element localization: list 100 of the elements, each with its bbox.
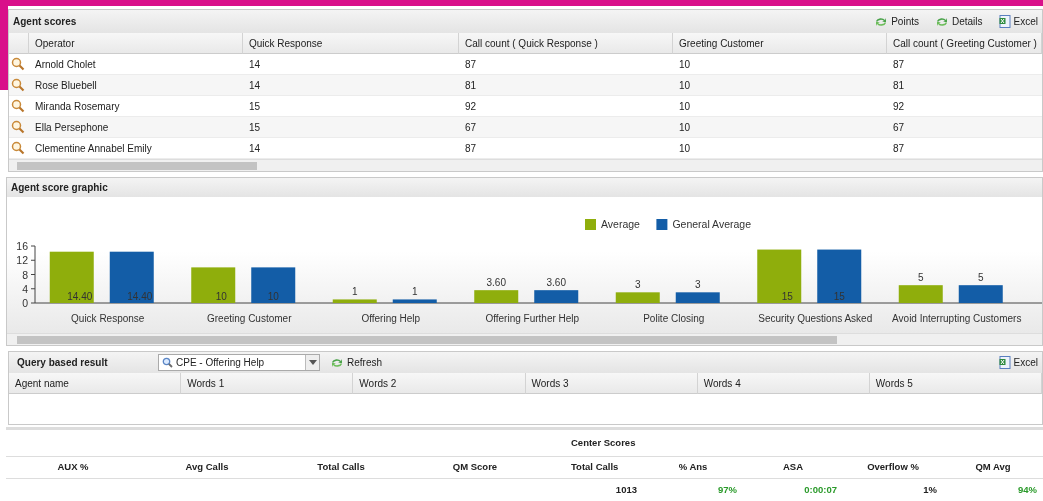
column-header: QM Score <box>451 460 499 475</box>
value-label: 3 <box>634 279 641 291</box>
refresh-icon <box>934 15 949 28</box>
table-cell-text: 1013 <box>614 482 637 497</box>
bar <box>251 267 296 303</box>
search-icon[interactable] <box>11 57 25 71</box>
table-cell: 10 <box>673 75 887 96</box>
column-header: Words 3 <box>525 373 698 394</box>
value-label: 14.40 <box>127 291 153 302</box>
column-header: QM Avg <box>974 460 1012 475</box>
section-title: Center Scores <box>571 435 636 450</box>
spreadsheet-icon <box>998 15 1011 28</box>
legend-label: General Average <box>672 218 752 230</box>
table-cell: 81 <box>459 75 673 96</box>
value-label: 15 <box>781 291 793 302</box>
category-label: Avoid Interrupting Customers <box>892 313 1022 324</box>
panel-title: Query based result <box>16 356 109 370</box>
category-label: Polite Closing <box>643 313 705 324</box>
table-cell: Rose Bluebell <box>29 75 243 96</box>
search-icon[interactable] <box>11 120 25 134</box>
bar <box>332 299 377 303</box>
category-label: Greeting Customer <box>207 313 292 324</box>
table-cell: 81 <box>887 75 1042 96</box>
column-header: Overflow % <box>866 460 920 475</box>
bar <box>109 251 154 303</box>
bar <box>675 292 720 303</box>
column-header: Words 5 <box>869 373 1042 394</box>
value-label: 3.60 <box>546 277 566 289</box>
tick-label: 8 <box>22 268 28 281</box>
column-header: Total Calls <box>570 460 620 475</box>
table-cell: 15 <box>243 117 459 138</box>
bar <box>817 249 862 303</box>
column-header: % Ans <box>677 460 709 475</box>
tick-label: 12 <box>16 254 28 267</box>
refresh-icon <box>330 356 344 369</box>
value-label: 1 <box>411 286 418 298</box>
table-cell-text: 94% <box>1017 482 1037 497</box>
column-header: AUX % <box>56 460 90 475</box>
category-label: Quick Response <box>71 313 145 324</box>
tick-label: 0 <box>22 297 28 309</box>
toolbar-button[interactable]: Points <box>874 14 919 29</box>
bar <box>615 292 660 303</box>
excel-button[interactable]: Excel <box>998 355 1038 370</box>
value-label: 10 <box>215 291 227 302</box>
column-header: Quick Response <box>243 33 459 54</box>
value-label: 1 <box>351 286 358 298</box>
caret-icon <box>308 360 317 365</box>
column-header: Words 4 <box>697 373 870 394</box>
toolbar-button[interactable]: Details <box>934 14 983 29</box>
table-cell: 10 <box>673 117 887 138</box>
search-icon[interactable] <box>11 99 25 113</box>
legend-label: Average <box>601 218 640 230</box>
panel-title: Agent scores <box>13 15 77 29</box>
column-header: Total Calls <box>316 460 366 475</box>
column-header: Call count ( Greeting Customer ) <box>887 33 1042 54</box>
bar <box>392 299 437 303</box>
value-label: 10 <box>267 291 279 302</box>
column-header: Operator <box>29 33 243 54</box>
column-header: Avg Calls <box>184 460 230 475</box>
bar <box>898 285 943 303</box>
table-cell: 67 <box>459 117 673 138</box>
value-label: 5 <box>977 272 984 284</box>
bar <box>474 290 519 303</box>
column-header: Call count ( Quick Response ) <box>459 33 673 54</box>
table-cell: 67 <box>887 117 1042 138</box>
table-cell-text: 1% <box>922 482 937 497</box>
category-label: Offering Further Help <box>485 313 580 324</box>
spreadsheet-icon <box>998 356 1011 369</box>
column-header: Words 1 <box>181 373 354 394</box>
bar <box>757 249 802 303</box>
table-cell: Ella Persephone <box>29 117 243 138</box>
column-header: Greeting Customer <box>673 33 887 54</box>
value-label: 15 <box>833 291 845 302</box>
category-label: Security Questions Asked <box>758 313 873 324</box>
table-cell: 14 <box>243 75 459 96</box>
panel-title: Agent score graphic <box>11 181 108 195</box>
value-label: 3 <box>694 279 701 291</box>
column-header: ASA <box>781 460 805 475</box>
search-icon <box>162 357 173 368</box>
bar <box>958 285 1003 303</box>
category-label: Offering Help <box>361 313 421 324</box>
value-label: 3.60 <box>486 277 506 289</box>
refresh-icon <box>874 15 889 28</box>
value-label: 5 <box>917 272 924 284</box>
toolbar-button[interactable]: Excel <box>998 14 1038 29</box>
table-cell-text: 97% <box>717 482 737 497</box>
bar <box>49 251 94 303</box>
y-axis <box>30 245 36 304</box>
table-cell-text: 0:00:07 <box>803 482 837 497</box>
column-header: Words 2 <box>353 373 526 394</box>
search-icon[interactable] <box>11 78 25 92</box>
search-icon[interactable] <box>11 141 25 155</box>
tick-label: 16 <box>16 240 28 252</box>
bar <box>191 267 236 303</box>
query-dropdown[interactable]: CPE - Offering Help <box>158 354 320 371</box>
tick-label: 4 <box>22 282 28 295</box>
refresh-button[interactable]: Refresh <box>330 355 382 370</box>
value-label: 14.40 <box>67 291 93 302</box>
column-header: Agent name <box>9 373 182 394</box>
bar <box>534 290 579 303</box>
